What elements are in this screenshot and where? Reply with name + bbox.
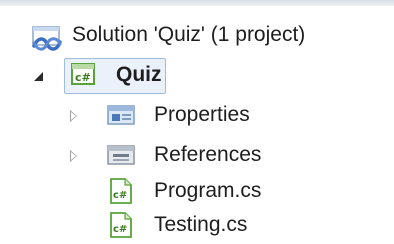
testing-cs-label: Testing.cs — [154, 213, 248, 236]
solution-icon — [30, 26, 64, 52]
properties-label: Properties — [154, 103, 250, 126]
csharp-file-icon: c# — [108, 177, 134, 205]
program-cs-label: Program.cs — [154, 179, 262, 202]
project-label: Quiz — [116, 63, 162, 86]
svg-text:c#: c# — [113, 190, 127, 201]
svg-text:c#: c# — [75, 71, 91, 84]
properties-folder-icon — [106, 103, 136, 127]
solution-explorer-tree: Solution 'Quiz' (1 project) c# Quiz Prop — [0, 0, 394, 243]
csharp-project-icon: c# — [70, 62, 98, 88]
collapsed-arrow-icon[interactable] — [70, 110, 77, 122]
svg-text:c#: c# — [113, 224, 127, 235]
references-folder-icon — [106, 143, 136, 167]
collapsed-arrow-icon[interactable] — [70, 150, 77, 162]
references-label: References — [154, 143, 262, 166]
expanded-arrow-icon[interactable] — [34, 72, 43, 81]
solution-label: Solution 'Quiz' (1 project) — [72, 23, 306, 46]
csharp-file-icon: c# — [108, 211, 134, 239]
